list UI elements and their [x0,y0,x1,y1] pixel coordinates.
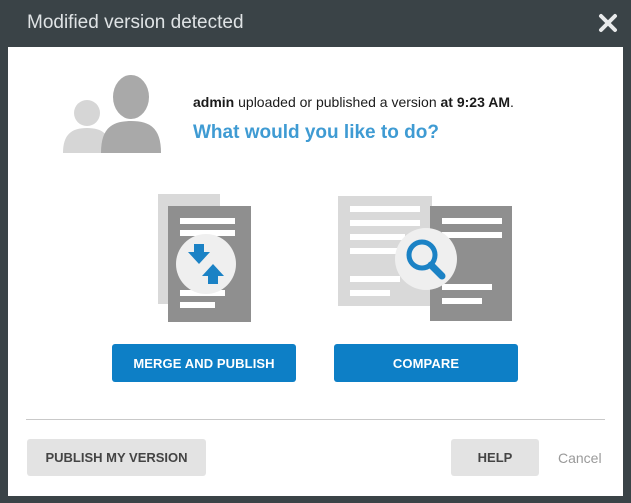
help-button[interactable]: HELP [451,439,539,476]
publish-my-version-button[interactable]: PUBLISH MY VERSION [27,439,206,476]
users-icon [63,75,161,153]
compare-button[interactable]: COMPARE [334,344,518,382]
close-icon[interactable] [597,12,619,34]
dialog-content: admin uploaded or published a version at… [8,47,623,496]
dialog-title: Modified version detected [27,12,244,33]
upload-message: admin uploaded or published a version at… [193,94,514,110]
upload-time: at 9:23 AM [440,94,511,110]
compare-document-icon [338,196,512,321]
dialog-titlebar: Modified version detected [0,0,631,47]
uploader-name: admin [193,94,235,110]
modified-version-dialog: Modified version detected admin uploaded… [0,0,631,503]
message-end: . [510,94,514,110]
question-heading: What would you like to do? [193,122,439,143]
merge-document-icon [158,194,251,322]
footer-divider [26,419,605,420]
message-text: uploaded or published a version [234,94,441,110]
merge-and-publish-button[interactable]: MERGE AND PUBLISH [112,344,296,382]
cancel-link[interactable]: Cancel [558,450,602,466]
